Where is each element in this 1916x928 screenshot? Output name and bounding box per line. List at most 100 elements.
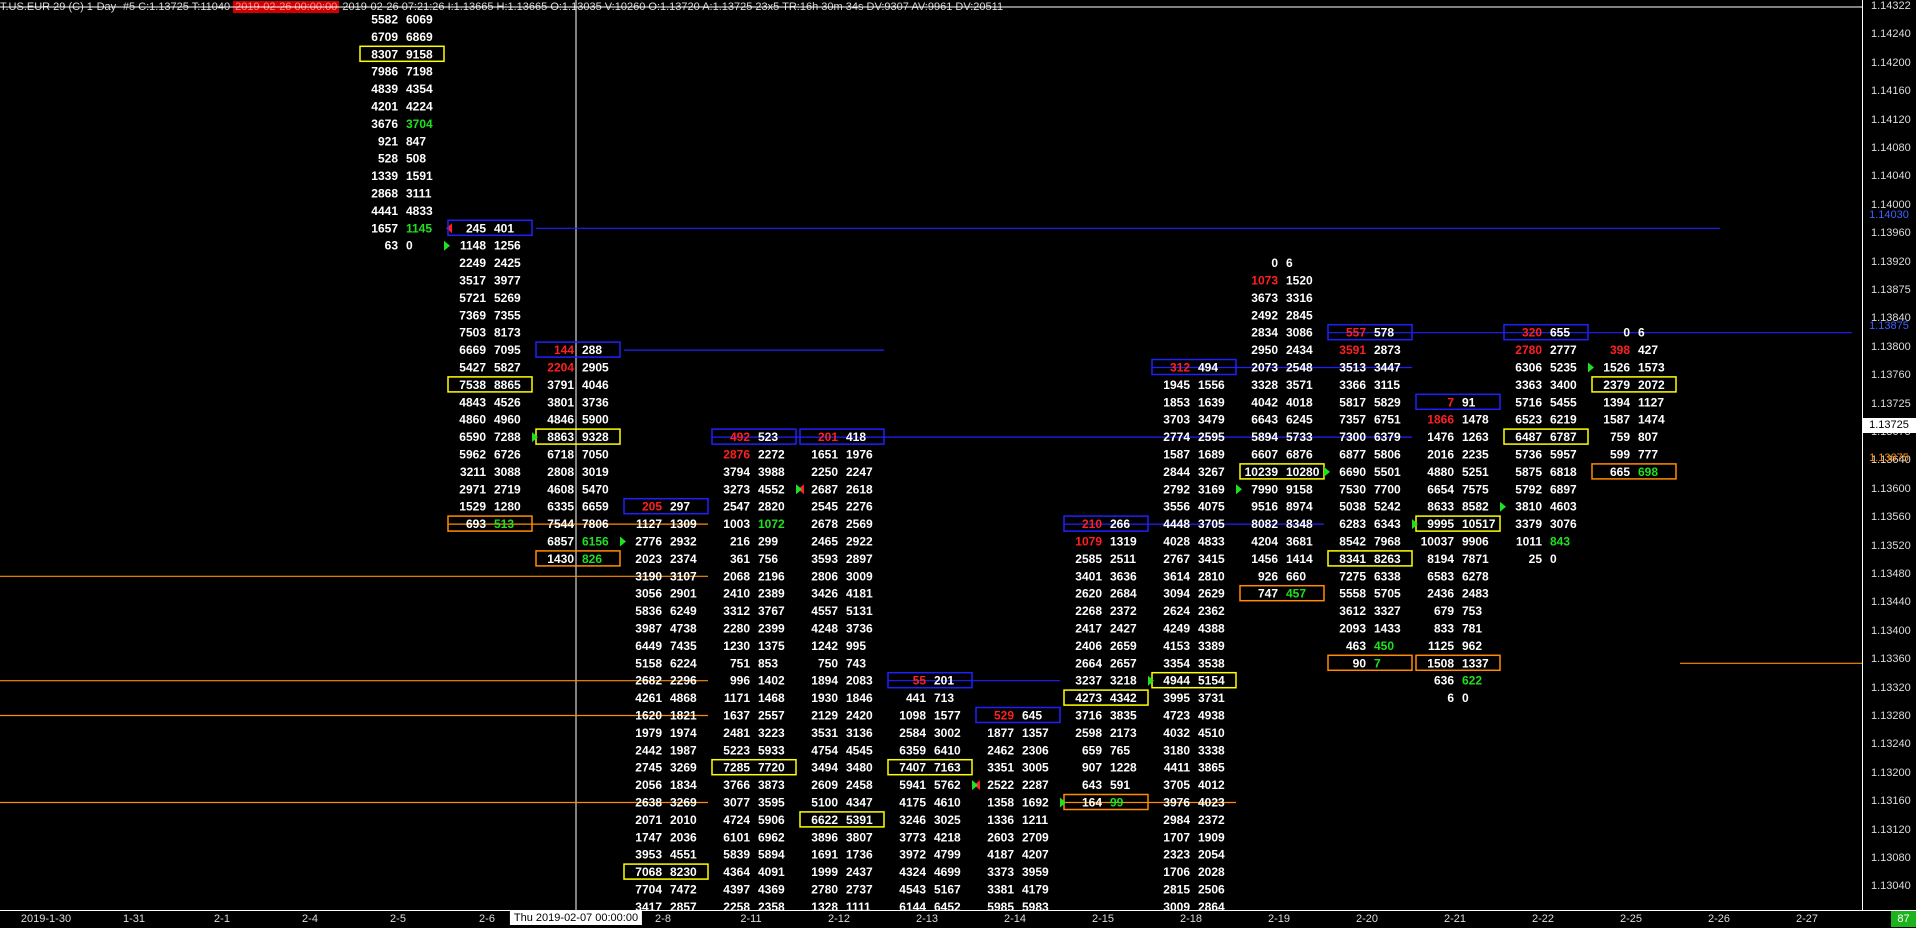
bid-volume: 2585 xyxy=(1075,552,1102,566)
bid-volume: 7538 xyxy=(459,378,486,392)
ask-volume: 1736 xyxy=(846,848,873,862)
price-tick-label: 1.13875 xyxy=(1871,284,1911,296)
ask-volume: 2235 xyxy=(1462,448,1489,462)
ask-volume: 1639 xyxy=(1198,395,1225,409)
bid-volume: 6669 xyxy=(459,343,486,357)
bid-volume: 6335 xyxy=(547,500,574,514)
ask-volume: 7163 xyxy=(934,761,961,775)
bid-volume: 2745 xyxy=(635,761,662,775)
bid-volume: 693 xyxy=(466,517,486,531)
bid-volume: 643 xyxy=(1082,778,1102,792)
ask-volume: 4799 xyxy=(934,848,961,862)
price-tick-label: 1.13320 xyxy=(1871,681,1911,694)
ask-volume: 3025 xyxy=(934,813,961,827)
bid-volume: 3379 xyxy=(1515,517,1542,531)
bid-volume: 205 xyxy=(642,500,662,514)
corner-badge: 87 xyxy=(1891,911,1916,927)
ask-volume: 3681 xyxy=(1286,535,1313,549)
ask-volume: 7198 xyxy=(406,65,433,79)
ask-volume: 2864 xyxy=(1198,900,1225,910)
ask-volume: 3019 xyxy=(582,465,609,479)
bid-volume: 5558 xyxy=(1339,587,1366,601)
ask-volume: 1976 xyxy=(846,448,873,462)
ask-volume: 2709 xyxy=(1022,830,1049,844)
bid-volume: 2950 xyxy=(1251,343,1278,357)
ask-volume: 3480 xyxy=(846,761,873,775)
ask-volume: 743 xyxy=(846,656,866,670)
ask-volume: 4179 xyxy=(1022,883,1049,897)
bid-volume: 2780 xyxy=(1515,343,1542,357)
ask-volume: 4046 xyxy=(582,378,609,392)
bid-volume: 3190 xyxy=(635,569,662,583)
ask-volume: 843 xyxy=(1550,535,1570,549)
bid-volume: 5736 xyxy=(1515,448,1542,462)
ask-volume: 6219 xyxy=(1550,413,1577,427)
bid-volume: 3211 xyxy=(460,465,486,479)
date-tick-label: 2-18 xyxy=(1179,913,1203,925)
ask-volume: 2374 xyxy=(670,552,697,566)
ask-volume: 2372 xyxy=(1110,604,1137,618)
ask-volume: 288 xyxy=(582,343,602,357)
bid-volume: 6654 xyxy=(1427,482,1454,496)
bid-volume: 4448 xyxy=(1163,517,1190,531)
delta-arrow xyxy=(620,536,626,547)
ask-volume: 8173 xyxy=(494,326,521,340)
ask-volume: 0 xyxy=(1462,691,1469,705)
delta-arrow xyxy=(1236,484,1242,495)
bid-volume: 1651 xyxy=(811,448,838,462)
ask-volume: 1987 xyxy=(670,743,697,757)
bid-volume: 3614 xyxy=(1163,569,1190,583)
footprint-chart[interactable]: 5582 6069 6709 6869 8307 9158 7986 7198 4839 4354… xyxy=(0,0,1862,910)
date-tick-label: 2-15 xyxy=(1091,913,1115,925)
bid-volume: 1339 xyxy=(371,169,398,183)
ask-volume: 4610 xyxy=(934,796,961,810)
bid-volume: 2406 xyxy=(1075,639,1102,653)
initial-balance-box xyxy=(623,497,709,515)
bid-volume: 7407 xyxy=(899,761,926,775)
bid-volume: 3896 xyxy=(811,830,838,844)
bid-volume: 7275 xyxy=(1339,569,1366,583)
ask-volume: 4545 xyxy=(846,743,873,757)
ask-volume: 6962 xyxy=(758,830,785,844)
bid-volume: 3009 xyxy=(1163,900,1190,910)
bid-volume: 10037 xyxy=(1421,535,1455,549)
bid-volume: 5223 xyxy=(723,743,750,757)
bid-volume: 7530 xyxy=(1339,482,1366,496)
ask-volume: 1211 xyxy=(1022,813,1048,827)
ask-volume: 6452 xyxy=(934,900,961,910)
bid-volume: 2462 xyxy=(987,743,1014,757)
bid-volume: 398 xyxy=(1610,343,1630,357)
bid-volume: 6 xyxy=(1447,691,1454,705)
ask-volume: 4354 xyxy=(406,82,433,96)
ask-volume: 2873 xyxy=(1374,343,1401,357)
bid-volume: 5962 xyxy=(459,448,486,462)
bid-volume: 2250 xyxy=(811,465,838,479)
delta-arrow xyxy=(1588,362,1594,373)
delta-arrow xyxy=(796,484,802,495)
bid-volume: 463 xyxy=(1346,639,1366,653)
bid-volume: 6583 xyxy=(1427,569,1454,583)
bid-volume: 1125 xyxy=(1428,639,1454,653)
bid-volume: 3354 xyxy=(1163,656,1190,670)
delta-arrow xyxy=(444,240,450,251)
bid-volume: 55 xyxy=(913,674,927,688)
bid-volume: 7986 xyxy=(371,65,398,79)
ask-volume: 6869 xyxy=(406,30,433,44)
ask-volume: 1974 xyxy=(670,726,697,740)
bid-volume: 4846 xyxy=(547,413,574,427)
price-tick-label: 1.13120 xyxy=(1871,823,1911,836)
bid-volume: 4724 xyxy=(723,813,750,827)
ask-volume: 6897 xyxy=(1550,482,1577,496)
bid-volume: 4261 xyxy=(635,691,662,705)
ask-volume: 655 xyxy=(1550,326,1570,340)
bid-volume: 926 xyxy=(1258,569,1278,583)
bid-volume: 8194 xyxy=(1427,552,1454,566)
ask-volume: 4218 xyxy=(934,830,961,844)
ask-volume: 7806 xyxy=(582,517,609,531)
ask-volume: 3002 xyxy=(934,726,961,740)
bid-volume: 6306 xyxy=(1515,361,1542,375)
ask-volume: 6818 xyxy=(1550,465,1577,479)
bid-volume: 1328 xyxy=(811,900,838,910)
bid-volume: 3531 xyxy=(811,726,838,740)
bid-volume: 1098 xyxy=(899,709,926,723)
